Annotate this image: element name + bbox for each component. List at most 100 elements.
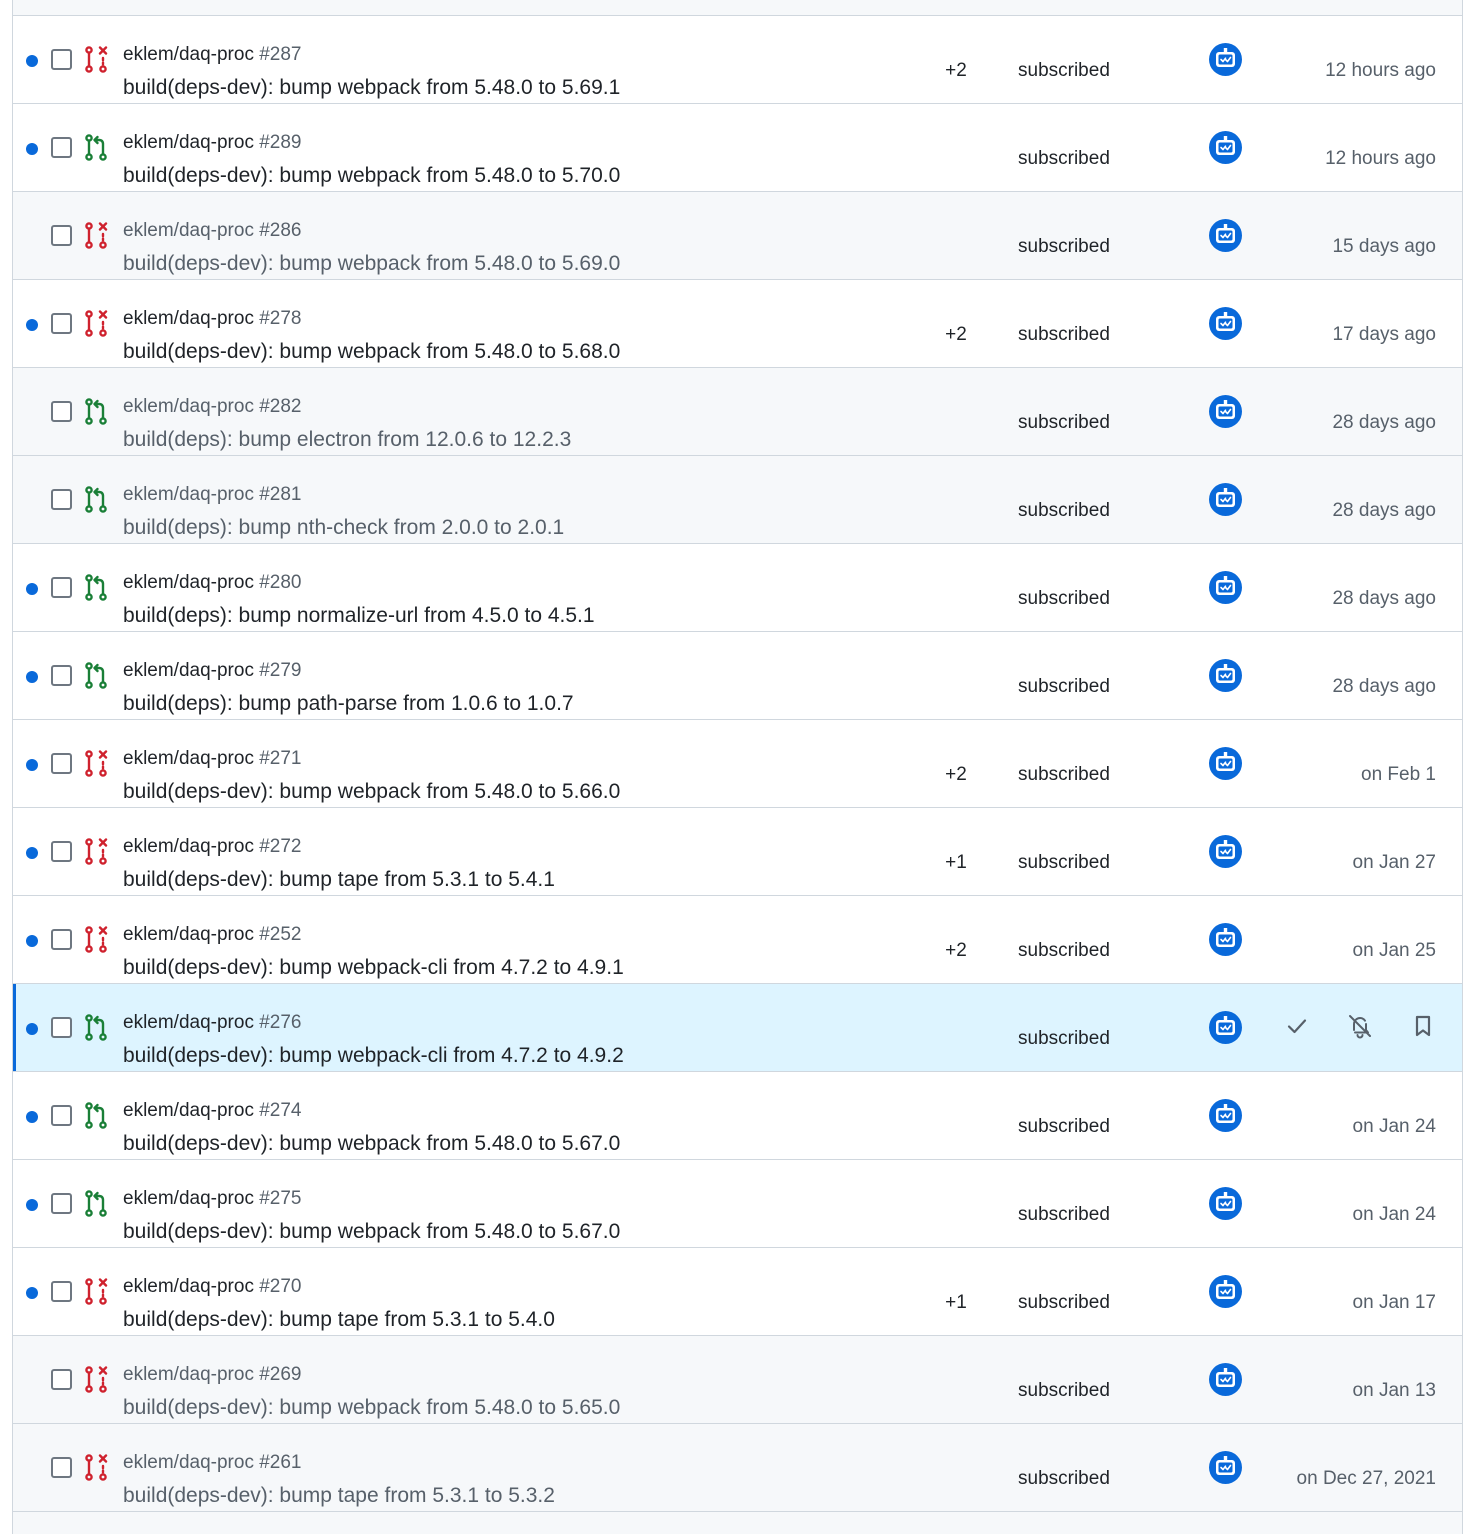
select-checkbox[interactable] <box>51 313 72 334</box>
notification-row[interactable]: eklem/daq-proc #268 <box>13 1512 1462 1534</box>
notification-row[interactable]: eklem/daq-proc #281 build(deps): bump nt… <box>13 456 1462 544</box>
notification-title[interactable]: build(deps-dev): bump tape from 5.3.1 to… <box>123 1483 555 1509</box>
dependabot-icon[interactable] <box>1209 131 1242 164</box>
dependabot-icon[interactable] <box>1209 1275 1242 1308</box>
notification-title[interactable]: build(deps-dev): bump webpack-cli from 4… <box>123 955 624 981</box>
notification-row[interactable]: eklem/daq-proc #269 build(deps-dev): bum… <box>13 1336 1462 1424</box>
notification-repo-line[interactable]: eklem/daq-proc #282 <box>123 396 302 418</box>
save-button[interactable] <box>1401 1012 1445 1044</box>
notification-reason: subscribed <box>1018 1380 1110 1401</box>
notification-reason: subscribed <box>1018 940 1110 961</box>
notification-title[interactable]: build(deps): bump path-parse from 1.0.6 … <box>123 691 574 717</box>
notification-row[interactable]: eklem/daq-proc #279 build(deps): bump pa… <box>13 632 1462 720</box>
notification-repo-line[interactable]: eklem/daq-proc #270 <box>123 1276 302 1298</box>
notification-repo-line[interactable]: eklem/daq-proc #276 <box>123 1012 302 1034</box>
notification-row[interactable]: eklem/daq-proc #252 build(deps-dev): bum… <box>13 896 1462 984</box>
dependabot-icon[interactable] <box>1209 1099 1242 1132</box>
dependabot-icon[interactable] <box>1209 659 1242 692</box>
notification-repo-line[interactable]: eklem/daq-proc #279 <box>123 660 302 682</box>
notification-repo-line[interactable]: eklem/daq-proc #289 <box>123 132 302 154</box>
notification-row[interactable]: eklem/daq-proc #286 build(deps-dev): bum… <box>13 192 1462 280</box>
notification-repo-line[interactable]: eklem/daq-proc #286 <box>123 220 302 242</box>
notification-title[interactable]: build(deps-dev): bump webpack from 5.48.… <box>123 779 620 805</box>
select-checkbox[interactable] <box>51 401 72 422</box>
select-checkbox[interactable] <box>51 1193 72 1214</box>
select-checkbox[interactable] <box>51 137 72 158</box>
notification-time: 15 days ago <box>1332 236 1436 257</box>
select-checkbox[interactable] <box>51 1281 72 1302</box>
unread-indicator <box>26 671 38 683</box>
select-checkbox[interactable] <box>51 489 72 510</box>
notification-title[interactable]: build(deps-dev): bump webpack from 5.48.… <box>123 251 620 277</box>
select-checkbox[interactable] <box>51 1457 72 1478</box>
notification-title[interactable]: build(deps-dev): bump webpack from 5.48.… <box>123 75 620 101</box>
notification-repo-line[interactable]: eklem/daq-proc #252 <box>123 924 302 946</box>
notification-title[interactable]: build(deps): bump electron from 12.0.6 t… <box>123 427 571 453</box>
notification-row[interactable]: eklem/daq-proc #282 build(deps): bump el… <box>13 368 1462 456</box>
notification-repo-line[interactable]: eklem/daq-proc #261 <box>123 1452 302 1474</box>
notification-row[interactable]: eklem/daq-proc #278 build(deps-dev): bum… <box>13 280 1462 368</box>
select-checkbox[interactable] <box>51 1017 72 1038</box>
notification-row[interactable]: eklem/daq-proc #280 build(deps): bump no… <box>13 544 1462 632</box>
notification-row[interactable]: eklem/daq-proc #272 build(deps-dev): bum… <box>13 808 1462 896</box>
notification-title[interactable]: build(deps-dev): bump tape from 5.3.1 to… <box>123 1307 555 1333</box>
dependabot-icon[interactable] <box>1209 395 1242 428</box>
unsubscribe-button[interactable] <box>1338 1012 1382 1044</box>
notification-title[interactable]: build(deps-dev): bump webpack from 5.48.… <box>123 163 620 189</box>
notification-title[interactable]: build(deps-dev): bump tape from 5.3.1 to… <box>123 867 555 893</box>
dependabot-icon[interactable] <box>1209 747 1242 780</box>
select-checkbox[interactable] <box>51 1105 72 1126</box>
notification-time: on Jan 27 <box>1352 852 1436 873</box>
notification-repo-line[interactable]: eklem/daq-proc #275 <box>123 1188 302 1210</box>
dependabot-icon[interactable] <box>1209 219 1242 252</box>
dependabot-icon[interactable] <box>1209 835 1242 868</box>
notification-repo-line[interactable]: eklem/daq-proc #271 <box>123 748 302 770</box>
notification-title[interactable]: build(deps-dev): bump webpack-cli from 4… <box>123 1043 624 1069</box>
dependabot-icon[interactable] <box>1209 483 1242 516</box>
dependabot-icon[interactable] <box>1209 1011 1242 1044</box>
notification-title[interactable]: build(deps-dev): bump webpack from 5.48.… <box>123 339 620 365</box>
notification-row[interactable]: eklem/daq-proc #287 build(deps-dev): bum… <box>13 16 1462 104</box>
notification-row[interactable]: eklem/daq-proc #270 build(deps-dev): bum… <box>13 1248 1462 1336</box>
notification-row[interactable]: eklem/daq-proc #271 build(deps-dev): bum… <box>13 720 1462 808</box>
notification-repo-line[interactable]: eklem/daq-proc #278 <box>123 308 302 330</box>
unread-indicator <box>26 55 38 67</box>
notification-time: on Feb 1 <box>1361 764 1436 785</box>
bookmark-icon <box>1412 1014 1434 1043</box>
notification-repo-line[interactable]: eklem/daq-proc #274 <box>123 1100 302 1122</box>
notification-repo-line[interactable]: eklem/daq-proc #272 <box>123 836 302 858</box>
notification-repo-line[interactable]: eklem/daq-proc #287 <box>123 44 302 66</box>
select-checkbox[interactable] <box>51 841 72 862</box>
notification-title[interactable]: build(deps-dev): bump webpack from 5.48.… <box>123 1395 620 1421</box>
dependabot-icon[interactable] <box>1209 307 1242 340</box>
select-checkbox[interactable] <box>51 225 72 246</box>
notification-title[interactable]: build(deps): bump normalize-url from 4.5… <box>123 603 595 629</box>
select-checkbox[interactable] <box>51 665 72 686</box>
notification-repo-line[interactable]: eklem/daq-proc #269 <box>123 1364 302 1386</box>
notification-reason: subscribed <box>1018 148 1110 169</box>
select-checkbox[interactable] <box>51 49 72 70</box>
git-pull-request-icon <box>84 398 110 426</box>
select-checkbox[interactable] <box>51 753 72 774</box>
notification-title[interactable]: build(deps-dev): bump webpack from 5.48.… <box>123 1131 620 1157</box>
dependabot-icon[interactable] <box>1209 1363 1242 1396</box>
notification-title[interactable]: build(deps-dev): bump webpack from 5.48.… <box>123 1219 620 1245</box>
notification-title[interactable]: build(deps): bump nth-check from 2.0.0 t… <box>123 515 564 541</box>
notification-row[interactable]: eklem/daq-proc #261 build(deps-dev): bum… <box>13 1424 1462 1512</box>
mark-done-button[interactable] <box>1275 1012 1319 1044</box>
dependabot-icon[interactable] <box>1209 571 1242 604</box>
notification-repo-line[interactable]: eklem/daq-proc #280 <box>123 572 302 594</box>
select-checkbox[interactable] <box>51 577 72 598</box>
select-checkbox[interactable] <box>51 1369 72 1390</box>
notification-repo-line[interactable]: eklem/daq-proc #281 <box>123 484 302 506</box>
issue-number: #279 <box>259 660 302 681</box>
dependabot-icon[interactable] <box>1209 1187 1242 1220</box>
notification-row[interactable]: eklem/daq-proc #289 build(deps-dev): bum… <box>13 104 1462 192</box>
dependabot-icon[interactable] <box>1209 43 1242 76</box>
notification-row[interactable]: eklem/daq-proc #274 build(deps-dev): bum… <box>13 1072 1462 1160</box>
notification-row-focused[interactable]: eklem/daq-proc #276 build(deps-dev): bum… <box>13 984 1462 1072</box>
dependabot-icon[interactable] <box>1209 923 1242 956</box>
select-checkbox[interactable] <box>51 929 72 950</box>
notification-row[interactable]: eklem/daq-proc #275 build(deps-dev): bum… <box>13 1160 1462 1248</box>
dependabot-icon[interactable] <box>1209 1451 1242 1484</box>
